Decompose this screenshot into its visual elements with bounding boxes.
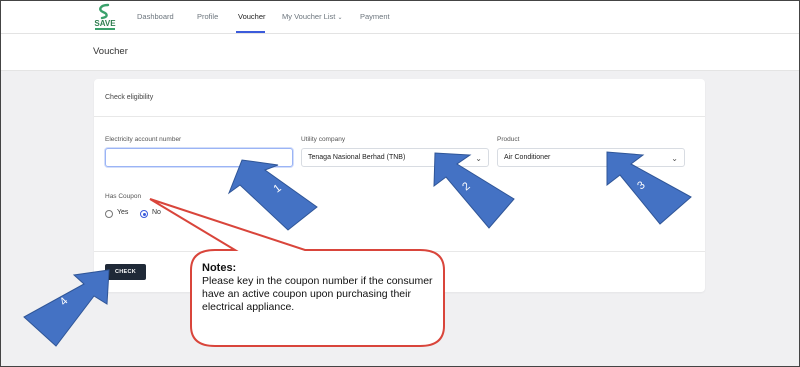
utility-company-label: Utility company <box>301 136 346 143</box>
top-navbar: SAVE Dashboard Profile Voucher My Vouche… <box>0 0 800 34</box>
check-button[interactable]: CHECK <box>105 264 146 280</box>
logo-text: SAVE <box>94 19 116 28</box>
chevron-down-icon: ⌄ <box>475 154 482 163</box>
active-tab-indicator <box>236 31 265 33</box>
coupon-no-radio[interactable] <box>140 210 148 218</box>
notes-title: Notes: <box>202 262 237 274</box>
account-number-label: Electricity account number <box>105 136 182 143</box>
nav-voucher[interactable]: Voucher <box>238 12 266 21</box>
utility-company-select[interactable]: Tenaga Nasional Berhad (TNB) ⌄ <box>301 148 489 167</box>
utility-company-value: Tenaga Nasional Berhad (TNB) <box>308 154 406 161</box>
chevron-down-icon: ⌄ <box>337 15 343 21</box>
notes-body: Please key in the coupon number if the c… <box>202 275 433 313</box>
product-value: Air Conditioner <box>504 154 551 161</box>
coupon-no-label[interactable]: No <box>152 209 161 216</box>
arrow-4-label: 4 <box>58 295 71 308</box>
notes-text-block: Notes: Please key in the coupon number i… <box>202 262 442 314</box>
card-divider <box>94 251 705 252</box>
nav-my-voucher-list[interactable]: My Voucher List ⌄ <box>282 12 342 21</box>
coupon-yes-label[interactable]: Yes <box>117 209 128 216</box>
page-title: Voucher <box>93 46 128 57</box>
card-header: Check eligibility <box>94 79 705 117</box>
product-label: Product <box>497 136 520 143</box>
chevron-down-icon: ⌄ <box>671 154 678 163</box>
card-title: Check eligibility <box>105 94 154 101</box>
nav-dashboard[interactable]: Dashboard <box>137 12 174 21</box>
nav-profile[interactable]: Profile <box>197 12 218 21</box>
product-select[interactable]: Air Conditioner ⌄ <box>497 148 685 167</box>
coupon-yes-radio[interactable] <box>105 210 113 218</box>
save-logo[interactable]: SAVE <box>90 2 120 32</box>
nav-payment[interactable]: Payment <box>360 12 390 21</box>
account-number-input[interactable] <box>105 148 293 167</box>
nav-my-voucher-list-label: My Voucher List <box>282 12 336 21</box>
check-eligibility-card: Check eligibility Electricity account nu… <box>94 79 705 292</box>
has-coupon-label: Has Coupon <box>105 193 142 200</box>
